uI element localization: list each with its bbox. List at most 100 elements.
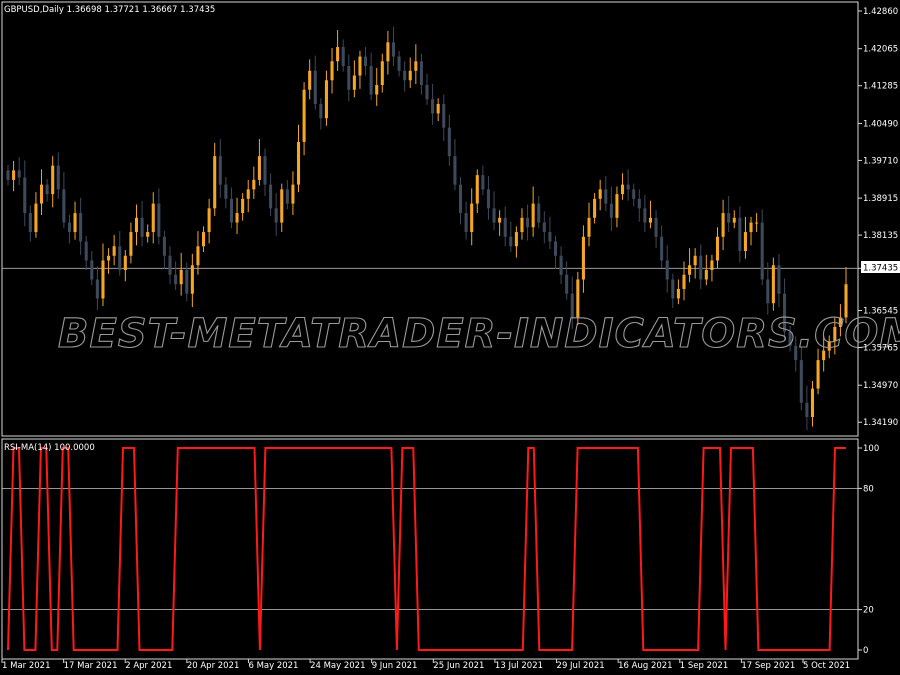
candle-body: [391, 42, 396, 57]
candle-body: [486, 189, 490, 209]
price-tick-label: 1.35765: [863, 344, 898, 354]
candle: [257, 139, 261, 186]
time-tick-label: 9 Jun 2021: [372, 661, 418, 671]
candle-body: [475, 175, 479, 204]
candle-body: [296, 141, 301, 185]
price-tick-label: 1.42065: [863, 45, 898, 55]
time-tick-label: 1 Mar 2021: [2, 661, 50, 671]
candle-body: [598, 189, 602, 199]
candle-body: [548, 232, 552, 242]
candle: [565, 261, 569, 300]
candle: [73, 201, 77, 240]
candle-body: [84, 241, 88, 261]
candle: [107, 248, 111, 274]
candle-body: [526, 217, 530, 228]
candle-body: [302, 89, 306, 142]
price-tick-label: 1.42860: [863, 7, 898, 17]
price-tick-label: 1.36545: [863, 307, 898, 317]
candle: [391, 27, 396, 67]
candle-body: [654, 217, 658, 237]
time-tick-label: 6 May 2021: [248, 661, 298, 671]
candle-body: [732, 217, 736, 223]
time-tick-label: 29 Jul 2021: [557, 661, 605, 671]
candle-body: [28, 213, 32, 233]
candle: [620, 173, 625, 200]
price-tick-label: 1.34190: [863, 418, 898, 428]
candle-body: [743, 232, 747, 252]
candle: [637, 189, 641, 222]
candle-body: [682, 274, 686, 289]
candle: [654, 210, 658, 249]
candle-body: [648, 217, 653, 223]
candle: [162, 231, 166, 270]
candle-body: [637, 198, 641, 209]
candle: [269, 173, 273, 216]
candle: [598, 179, 602, 211]
candle: [291, 171, 295, 215]
candle: [274, 193, 278, 236]
candle: [475, 169, 479, 214]
candle: [710, 254, 714, 282]
time-tick-label: 20 Apr 2021: [187, 661, 240, 671]
candle-body: [727, 213, 731, 223]
candle-body: [213, 156, 217, 209]
candle: [319, 98, 323, 130]
price-axis: 1.42860 1.42065 1.41285 1.40490 1.39710 1.389…: [858, 7, 898, 428]
candle-body: [643, 208, 647, 223]
candle-body: [313, 70, 317, 104]
candle: [548, 216, 552, 250]
candle: [727, 195, 731, 233]
time-tick-label: 24 May 2021: [310, 661, 365, 671]
candle: [364, 47, 368, 76]
current-price-tag: 1.37435: [861, 261, 900, 274]
candle: [492, 191, 496, 231]
candle: [213, 142, 217, 216]
candle: [665, 245, 669, 293]
candle-body: [179, 269, 183, 285]
candle: [688, 248, 692, 283]
candle-body: [336, 47, 340, 62]
candle-body: [107, 255, 111, 261]
candle: [615, 186, 619, 228]
candle: [436, 98, 440, 122]
candle-body: [157, 203, 161, 237]
candle-body: [721, 213, 725, 237]
candle: [224, 177, 228, 209]
candle-body: [129, 232, 133, 256]
candle-body: [364, 56, 368, 67]
candle-body: [492, 208, 496, 223]
candle-body: [39, 184, 44, 204]
candle-body: [531, 203, 535, 228]
candle: [341, 39, 345, 72]
candle: [218, 139, 222, 198]
candle-body: [458, 184, 463, 214]
candle: [369, 52, 373, 101]
symbol-info: GBPUSD,Daily 1.36698 1.37721 1.36667 1.3…: [4, 5, 215, 15]
candle: [123, 250, 127, 282]
candle: [296, 124, 301, 193]
candle: [157, 188, 161, 245]
candle: [682, 261, 686, 301]
candle-body: [280, 189, 284, 223]
candle: [626, 169, 630, 201]
candle: [648, 200, 653, 229]
candle: [470, 188, 474, 246]
time-tick-label: 17 Mar 2021: [64, 661, 118, 671]
price-tick-label: 1.34970: [863, 381, 898, 391]
candle-body: [520, 217, 524, 233]
candle-body: [559, 255, 563, 275]
candle: [732, 210, 736, 229]
candle-body: [514, 232, 518, 247]
candle-body: [134, 217, 139, 233]
candle: [302, 82, 306, 156]
candle-body: [241, 198, 245, 214]
candle-body: [291, 184, 295, 204]
candle-body: [369, 66, 373, 95]
candle: [805, 385, 809, 431]
candle-body: [749, 222, 753, 233]
candle-body: [56, 165, 60, 190]
candle: [609, 186, 613, 232]
candle: [755, 213, 759, 233]
candle-body: [676, 288, 680, 299]
candle: [140, 200, 144, 247]
